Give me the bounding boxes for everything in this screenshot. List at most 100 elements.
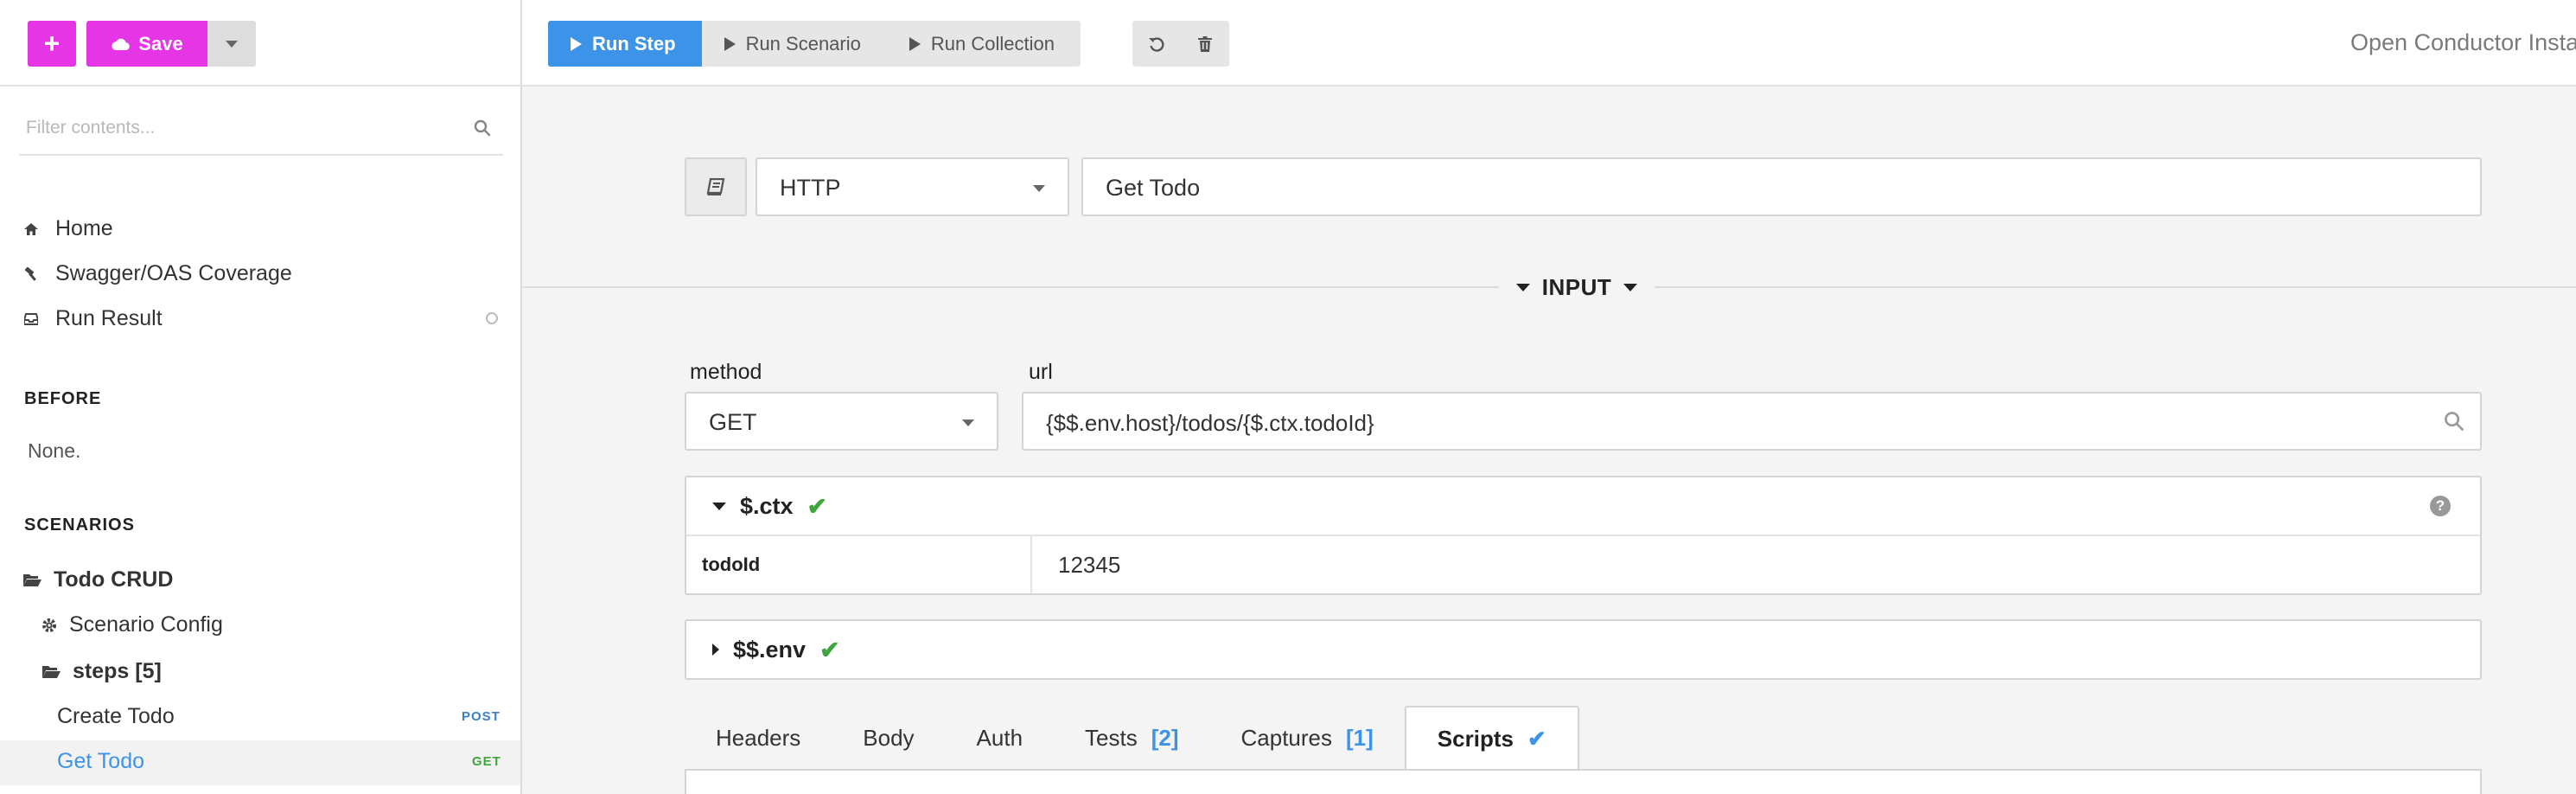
caret-down-icon	[1623, 283, 1638, 291]
request-tabs: Headers Body Auth Tests [2] Captures [1]…	[685, 706, 1579, 771]
tab-scripts[interactable]: Scripts ✔	[1404, 706, 1579, 771]
book-icon	[706, 178, 725, 195]
nav-item-home[interactable]: Home	[24, 216, 113, 241]
tab-label: Captures	[1240, 725, 1333, 751]
home-icon	[24, 222, 38, 235]
hammer-icon	[24, 266, 38, 281]
step-name-input[interactable]: Get Todo	[1081, 157, 2482, 216]
play-icon	[909, 36, 921, 51]
caret-down-icon	[712, 502, 726, 510]
caret-down-icon	[226, 40, 238, 48]
tab-label: Scripts	[1437, 726, 1514, 752]
tab-label: Body	[863, 725, 915, 751]
input-heading: INPUT	[1541, 273, 1612, 300]
filter-input[interactable]	[19, 109, 434, 147]
step-create-todo[interactable]: Create Todo	[57, 704, 175, 729]
step-label: Create Todo	[57, 704, 175, 728]
sidebar-toolbar: + Save	[0, 0, 520, 86]
nav-item-label: Home	[55, 216, 113, 240]
gear-icon	[42, 618, 56, 632]
tab-content-panel	[685, 769, 2482, 794]
ctx-value[interactable]: 12345	[1032, 552, 1120, 579]
nav-item-swagger-coverage[interactable]: Swagger/OAS Coverage	[24, 261, 292, 286]
help-icon[interactable]: ?	[2430, 496, 2451, 516]
search-icon[interactable]	[2444, 411, 2464, 438]
search-icon[interactable]	[474, 119, 491, 141]
tab-body[interactable]: Body	[832, 706, 945, 771]
tab-label: Auth	[976, 725, 1023, 751]
tab-label: Tests	[1085, 725, 1138, 751]
save-dropdown-button[interactable]	[207, 21, 256, 67]
delete-button[interactable]	[1181, 21, 1229, 67]
ctx-panel-header[interactable]: $.ctx ✔	[686, 477, 2480, 535]
sidebar: + Save Home Swagger/OAS Coverage Run Res…	[0, 0, 522, 794]
folder-open-icon	[42, 666, 61, 678]
input-section-toggle[interactable]: INPUT	[1499, 270, 1655, 304]
scenario-config-label: Scenario Config	[69, 612, 223, 637]
folder-open-icon	[23, 574, 41, 586]
nav-item-label: Swagger/OAS Coverage	[55, 261, 292, 285]
env-title: $$.env	[733, 636, 807, 663]
tab-captures[interactable]: Captures [1]	[1210, 706, 1405, 771]
env-panel: $$.env ✔	[685, 619, 2482, 680]
play-icon	[571, 36, 582, 51]
method-value: GET	[709, 409, 757, 435]
steps-folder[interactable]: steps [5]	[41, 659, 162, 684]
tab-label: Headers	[716, 725, 801, 751]
step-name-value: Get Todo	[1106, 175, 1201, 201]
scenario-name: Todo CRUD	[54, 567, 174, 592]
run-collection-button[interactable]: Run Collection	[886, 21, 1081, 67]
inbox-icon	[24, 312, 38, 325]
method-label: method	[690, 360, 762, 384]
ctx-row: todoId 12345	[686, 535, 2480, 593]
run-step-label: Run Step	[592, 32, 676, 54]
trash-icon	[1198, 35, 1212, 52]
check-icon: ✔	[1527, 726, 1546, 752]
step-type-value: HTTP	[780, 175, 841, 201]
docs-button[interactable]	[685, 157, 747, 216]
nav-item-run-result[interactable]: Run Result	[24, 306, 163, 331]
save-button-label: Save	[138, 32, 183, 54]
ctx-title: $.ctx	[740, 492, 794, 519]
cloud-icon	[112, 38, 131, 50]
step-type-select[interactable]: HTTP	[756, 157, 1069, 216]
scenarios-heading: SCENARIOS	[24, 515, 135, 535]
main-panel: Run Step Run Scenario Run Collection Ope…	[522, 0, 2576, 794]
caret-down-icon	[1515, 283, 1530, 291]
url-label: url	[1029, 360, 1053, 384]
nav-item-label: Run Result	[55, 306, 163, 330]
main-toolbar: Run Step Run Scenario Run Collection Ope…	[522, 0, 2576, 86]
filter-field	[19, 109, 503, 156]
run-button-group: Run Step Run Scenario Run Collection	[548, 21, 1081, 67]
ctx-key[interactable]: todoId	[686, 536, 1032, 593]
run-collection-label: Run Collection	[930, 32, 1055, 54]
run-scenario-label: Run Scenario	[745, 32, 861, 54]
play-icon	[724, 36, 736, 51]
caret-down-icon	[1033, 185, 1045, 192]
tab-tests[interactable]: Tests [2]	[1054, 706, 1209, 771]
steps-label: steps [5]	[73, 659, 162, 683]
env-panel-header[interactable]: $$.env ✔	[686, 621, 2480, 678]
url-input[interactable]: {$$.env.host}/todos/{$.ctx.todoId}	[1022, 392, 2482, 451]
add-button[interactable]: +	[28, 21, 76, 67]
instance-title: Open Conductor Insta	[2350, 29, 2576, 55]
save-button[interactable]: Save	[86, 21, 207, 67]
ctx-panel: $.ctx ✔ ? todoId 12345	[685, 476, 2482, 595]
caret-down-icon	[962, 419, 974, 426]
scenario-todo-crud[interactable]: Todo CRUD	[22, 567, 173, 592]
method-badge-post: POST	[462, 709, 501, 724]
step-get-todo[interactable]: Get Todo	[57, 749, 144, 774]
run-scenario-button[interactable]: Run Scenario	[701, 21, 887, 67]
run-step-button[interactable]: Run Step	[548, 21, 702, 67]
tab-count: [1]	[1346, 725, 1374, 751]
undo-button[interactable]	[1132, 21, 1181, 67]
before-value: None.	[28, 439, 81, 462]
method-select[interactable]: GET	[685, 392, 998, 451]
check-icon: ✔	[819, 636, 840, 663]
tab-headers[interactable]: Headers	[685, 706, 832, 771]
tab-auth[interactable]: Auth	[946, 706, 1055, 771]
method-badge-get: GET	[472, 754, 501, 769]
run-status-dot	[486, 312, 498, 324]
before-heading: BEFORE	[24, 389, 102, 408]
scenario-config[interactable]: Scenario Config	[41, 612, 223, 637]
